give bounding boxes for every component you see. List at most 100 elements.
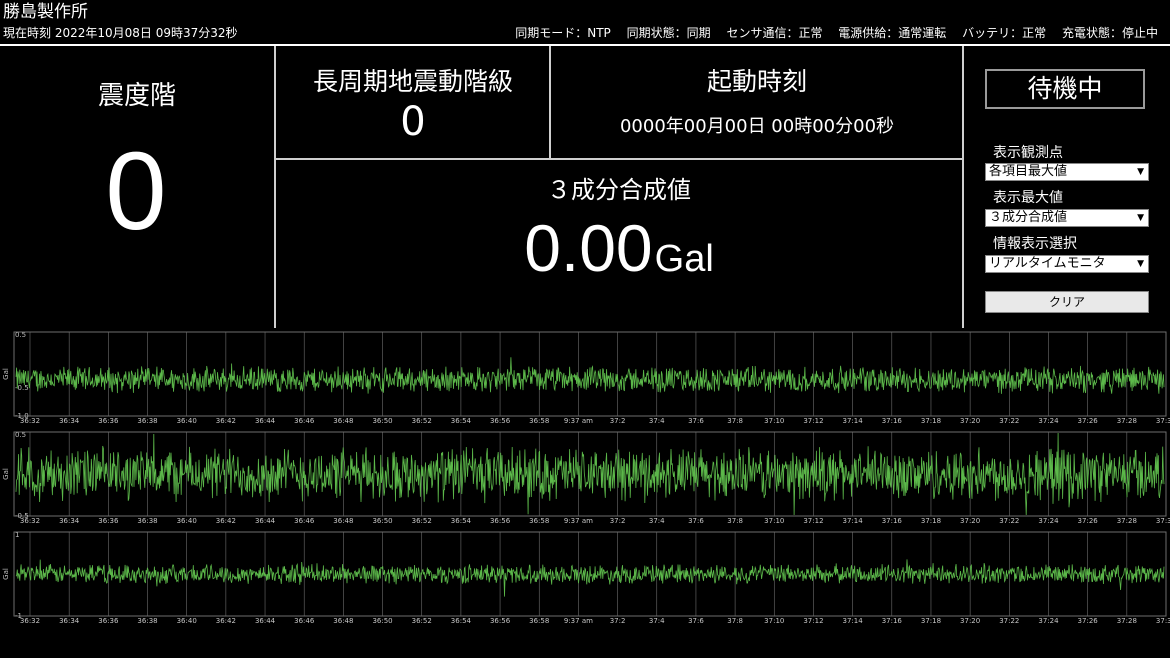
time-tick-label: 36:44: [255, 617, 276, 625]
time-tick-label: 37:10: [764, 517, 784, 525]
status-sensor-comm: センサ通信：正常: [726, 26, 823, 40]
time-tick-label: 36:42: [216, 417, 236, 425]
start-time-label: 起動時刻: [706, 67, 807, 96]
y-tick-label: -1: [15, 612, 22, 620]
divider-controls: [962, 46, 964, 328]
time-tick-label: 36:46: [294, 617, 315, 625]
clear-button[interactable]: クリア: [985, 291, 1149, 313]
time-tick-label: 36:48: [333, 617, 353, 625]
time-tick-label: 36:38: [137, 417, 157, 425]
info-display-value: リアルタイムモニタ: [989, 256, 1106, 271]
time-tick-label: 37:16: [882, 617, 903, 625]
composite-label: ３成分合成値: [547, 176, 691, 204]
waveform-chart-3: 36:32 36:34 36:36 36:38 36:40 36:42 36:44 36:46…: [0, 526, 1170, 626]
time-tick-label: 37:30: [1156, 417, 1170, 425]
time-tick-label: 36:36: [98, 517, 119, 525]
status-charging: 充電状態：停止中: [1061, 26, 1158, 40]
time-tick-label: 37:8: [727, 517, 743, 525]
time-tick-label: 36:54: [451, 517, 472, 525]
time-tick-label: 37:14: [843, 417, 864, 425]
time-tick-label: 37:14: [843, 617, 864, 625]
time-tick-label: 37:28: [1117, 517, 1137, 525]
waveform-trace: [15, 432, 1165, 516]
waveform-chart-1: 36:32 36:34 36:36 36:38 36:40 36:42 36:44 36:46…: [0, 326, 1170, 426]
time-tick-label: 37:8: [727, 617, 743, 625]
time-tick-label: 36:34: [59, 617, 80, 625]
current-time: 現在時刻 2022年10月08日 09時37分32秒: [3, 26, 238, 40]
status-battery: バッテリ：正常: [962, 26, 1047, 40]
time-tick-label: 37:2: [610, 517, 626, 525]
time-tick-label: 36:40: [177, 517, 197, 525]
max-value-value: ３成分合成値: [989, 210, 1068, 225]
time-tick-label: 36:34: [59, 517, 80, 525]
time-tick-label: 36:58: [529, 417, 549, 425]
observation-point-label: 表示観測点: [993, 145, 1063, 161]
time-tick-label: 37:16: [882, 517, 903, 525]
time-tick-label: 37:22: [999, 417, 1019, 425]
info-display-select[interactable]: リアルタイムモニタ ▼: [985, 255, 1149, 273]
time-tick-label: 9:37 am: [564, 517, 593, 525]
observation-point-select[interactable]: 各項目最大値 ▼: [985, 163, 1149, 181]
y-tick-label: 1: [15, 531, 19, 539]
time-tick-label: 36:50: [372, 617, 392, 625]
observation-point-value: 各項目最大値: [989, 164, 1068, 179]
time-tick-label: 36:32: [20, 617, 40, 625]
y-axis-label: Gal: [2, 368, 10, 380]
y-tick-label: -0.5: [15, 512, 29, 520]
long-period-label: 長周期地震動階級: [312, 67, 513, 96]
time-tick-label: 37:12: [803, 617, 823, 625]
time-tick-label: 36:54: [451, 617, 472, 625]
time-tick-label: 37:24: [1038, 517, 1059, 525]
time-tick-label: 36:52: [412, 517, 432, 525]
time-tick-label: 36:52: [412, 617, 432, 625]
time-tick-label: 37:30: [1156, 517, 1170, 525]
time-tick-label: 37:16: [882, 417, 903, 425]
max-value-label: 表示最大値: [993, 190, 1063, 206]
header-divider: [0, 44, 1170, 46]
time-tick-label: 36:56: [490, 617, 511, 625]
time-tick-label: 36:48: [333, 417, 353, 425]
time-tick-label: 37:22: [999, 617, 1019, 625]
time-tick-label: 37:28: [1117, 417, 1137, 425]
company-name: 勝島製作所: [3, 2, 88, 22]
chevron-down-icon: ▼: [1137, 167, 1144, 177]
chevron-down-icon: ▼: [1137, 213, 1144, 223]
max-value-select[interactable]: ３成分合成値 ▼: [985, 209, 1149, 227]
time-tick-label: 37:20: [960, 517, 980, 525]
standby-status: 待機中: [985, 69, 1145, 109]
time-tick-label: 36:48: [333, 517, 353, 525]
time-tick-label: 36:34: [59, 417, 80, 425]
time-tick-label: 37:6: [688, 517, 704, 525]
y-tick-label: -1.0: [15, 412, 29, 420]
time-tick-label: 36:50: [372, 517, 392, 525]
time-tick-label: 37:10: [764, 617, 784, 625]
time-tick-label: 36:50: [372, 417, 392, 425]
time-tick-label: 36:36: [98, 417, 119, 425]
waveform-plot-2: 36:32 36:34 36:36 36:38 36:40 36:42 36:44 36:46…: [2, 431, 1170, 525]
time-tick-label: 37:12: [803, 517, 823, 525]
time-tick-label: 36:58: [529, 617, 549, 625]
waveform-plot-3: 36:32 36:34 36:36 36:38 36:40 36:42 36:44 36:46…: [2, 531, 1170, 625]
waveform-chart-2: 36:32 36:34 36:36 36:38 36:40 36:42 36:44 36:46…: [0, 426, 1170, 526]
start-time-value: 0000年00月00日 00時00分00秒: [619, 116, 895, 137]
time-tick-label: 37:14: [843, 517, 864, 525]
status-sync-mode: 同期モード：NTP: [515, 26, 611, 40]
time-tick-label: 37:26: [1078, 417, 1099, 425]
time-tick-label: 37:18: [921, 417, 941, 425]
y-tick-label: 0.5: [15, 431, 26, 439]
time-tick-label: 37:10: [764, 417, 784, 425]
time-tick-label: 37:26: [1078, 517, 1099, 525]
composite-number: 0.00: [524, 211, 653, 285]
time-tick-label: 37:26: [1078, 617, 1099, 625]
time-tick-label: 36:58: [529, 517, 549, 525]
time-tick-label: 37:4: [649, 417, 665, 425]
time-tick-label: 36:46: [294, 417, 315, 425]
time-tick-label: 36:44: [255, 417, 276, 425]
y-tick-label: 0.5: [15, 331, 26, 339]
time-tick-label: 36:36: [98, 617, 119, 625]
intensity-label: 震度階: [97, 81, 176, 111]
status-sync-state: 同期状態：同期: [626, 26, 711, 40]
y-axis-label: Gal: [2, 568, 10, 580]
time-tick-label: 36:38: [137, 517, 157, 525]
status-bar: 同期モード：NTP 同期状態：同期 センサ通信：正常 電源供給：通常運転 バッテ…: [503, 26, 1158, 41]
